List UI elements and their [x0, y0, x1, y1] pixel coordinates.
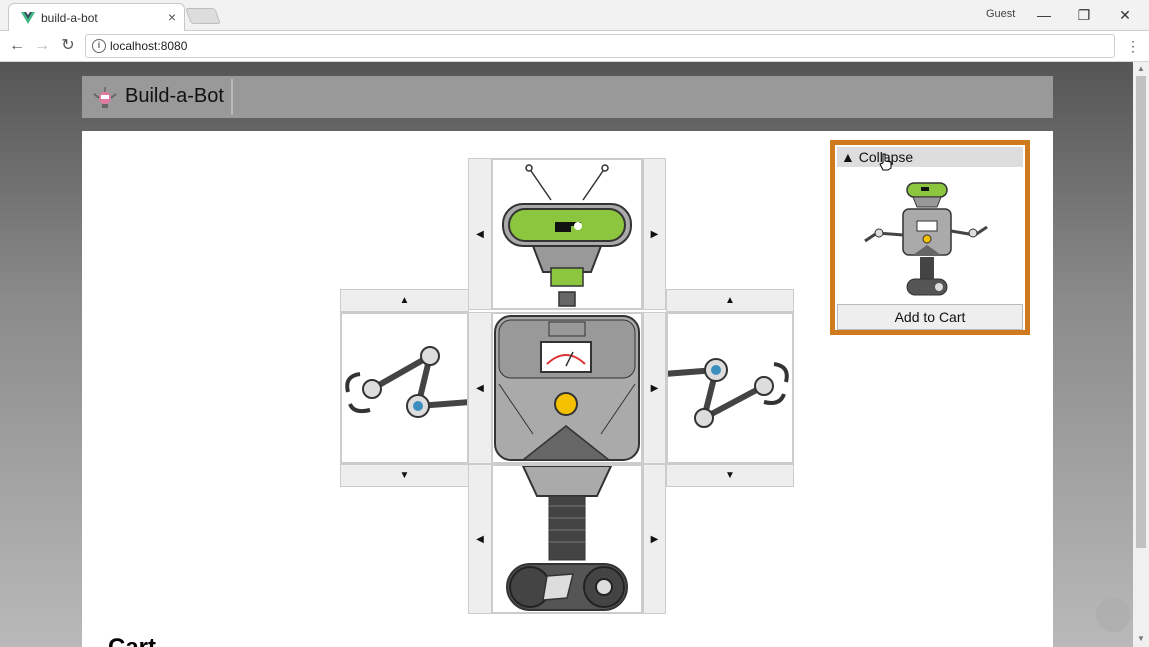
add-to-cart-button[interactable]: Add to Cart — [837, 304, 1023, 330]
tab-title: build-a-bot — [41, 11, 98, 25]
base-prev-button[interactable]: ◀ — [468, 464, 492, 614]
browser-tabbar: build-a-bot × Guest — ❐ ✕ — [0, 0, 1149, 31]
address-url: localhost:8080 — [110, 39, 188, 53]
robot-preview-image — [864, 182, 988, 296]
address-bar[interactable]: i localhost:8080 — [85, 34, 1115, 58]
robot-head-image — [502, 164, 632, 307]
restore-icon[interactable]: ❐ — [1070, 4, 1098, 26]
right-arm-part — [663, 312, 794, 464]
right-arm-up-button[interactable]: ▲ — [666, 289, 794, 312]
minimize-icon[interactable]: — — [1030, 4, 1058, 26]
browser-tab[interactable]: build-a-bot × — [8, 3, 185, 31]
robot-logo-icon — [93, 87, 117, 108]
site-info-icon[interactable]: i — [92, 39, 106, 53]
base-part — [491, 464, 643, 614]
floating-chat-icon[interactable] — [1096, 598, 1130, 632]
robot-left-arm-image — [345, 346, 471, 418]
tab-close-icon[interactable]: × — [168, 9, 176, 25]
app-header: Build-a-Bot — [82, 76, 1053, 118]
browser-toolbar: ← → ↻ i localhost:8080 ⋮ — [0, 31, 1149, 62]
torso-part — [491, 312, 643, 464]
reload-icon[interactable]: ↻ — [57, 35, 79, 57]
head-prev-button[interactable]: ◀ — [468, 158, 492, 310]
back-icon[interactable]: ← — [6, 35, 28, 57]
head-next-button[interactable]: ▶ — [643, 158, 666, 310]
cart-title: Cart — [108, 634, 156, 647]
page-scrollbar[interactable]: ▲ ▼ — [1133, 62, 1149, 647]
right-arm-down-button[interactable]: ▼ — [666, 464, 794, 487]
scroll-thumb[interactable] — [1136, 76, 1146, 548]
collapse-button[interactable]: ▲ Collapse — [837, 147, 1023, 167]
left-arm-down-button[interactable]: ▼ — [340, 464, 469, 487]
torso-next-button[interactable]: ▶ — [643, 312, 666, 464]
scroll-down-icon[interactable]: ▼ — [1137, 634, 1145, 643]
robot-right-arm-image — [663, 358, 789, 428]
window-close-icon[interactable]: ✕ — [1111, 4, 1139, 26]
profile-label[interactable]: Guest — [986, 8, 1015, 20]
left-arm-part — [340, 312, 471, 464]
hand-cursor-icon — [879, 153, 892, 171]
scroll-up-icon[interactable]: ▲ — [1137, 64, 1145, 73]
new-tab-button[interactable] — [185, 8, 221, 24]
robot-preview: ▲ Collapse Add to Cart — [830, 140, 1030, 335]
base-next-button[interactable]: ▶ — [643, 464, 666, 614]
torso-prev-button[interactable]: ◀ — [468, 312, 492, 464]
brand-title[interactable]: Build-a-Bot — [125, 85, 224, 108]
left-arm-up-button[interactable]: ▲ — [340, 289, 469, 312]
robot-base-image — [506, 465, 628, 611]
head-part — [491, 158, 643, 310]
forward-icon[interactable]: → — [31, 35, 53, 57]
vue-logo-icon — [21, 12, 35, 24]
browser-menu-icon[interactable]: ⋮ — [1126, 35, 1140, 57]
header-divider — [231, 79, 233, 115]
robot-torso-image — [494, 315, 640, 461]
